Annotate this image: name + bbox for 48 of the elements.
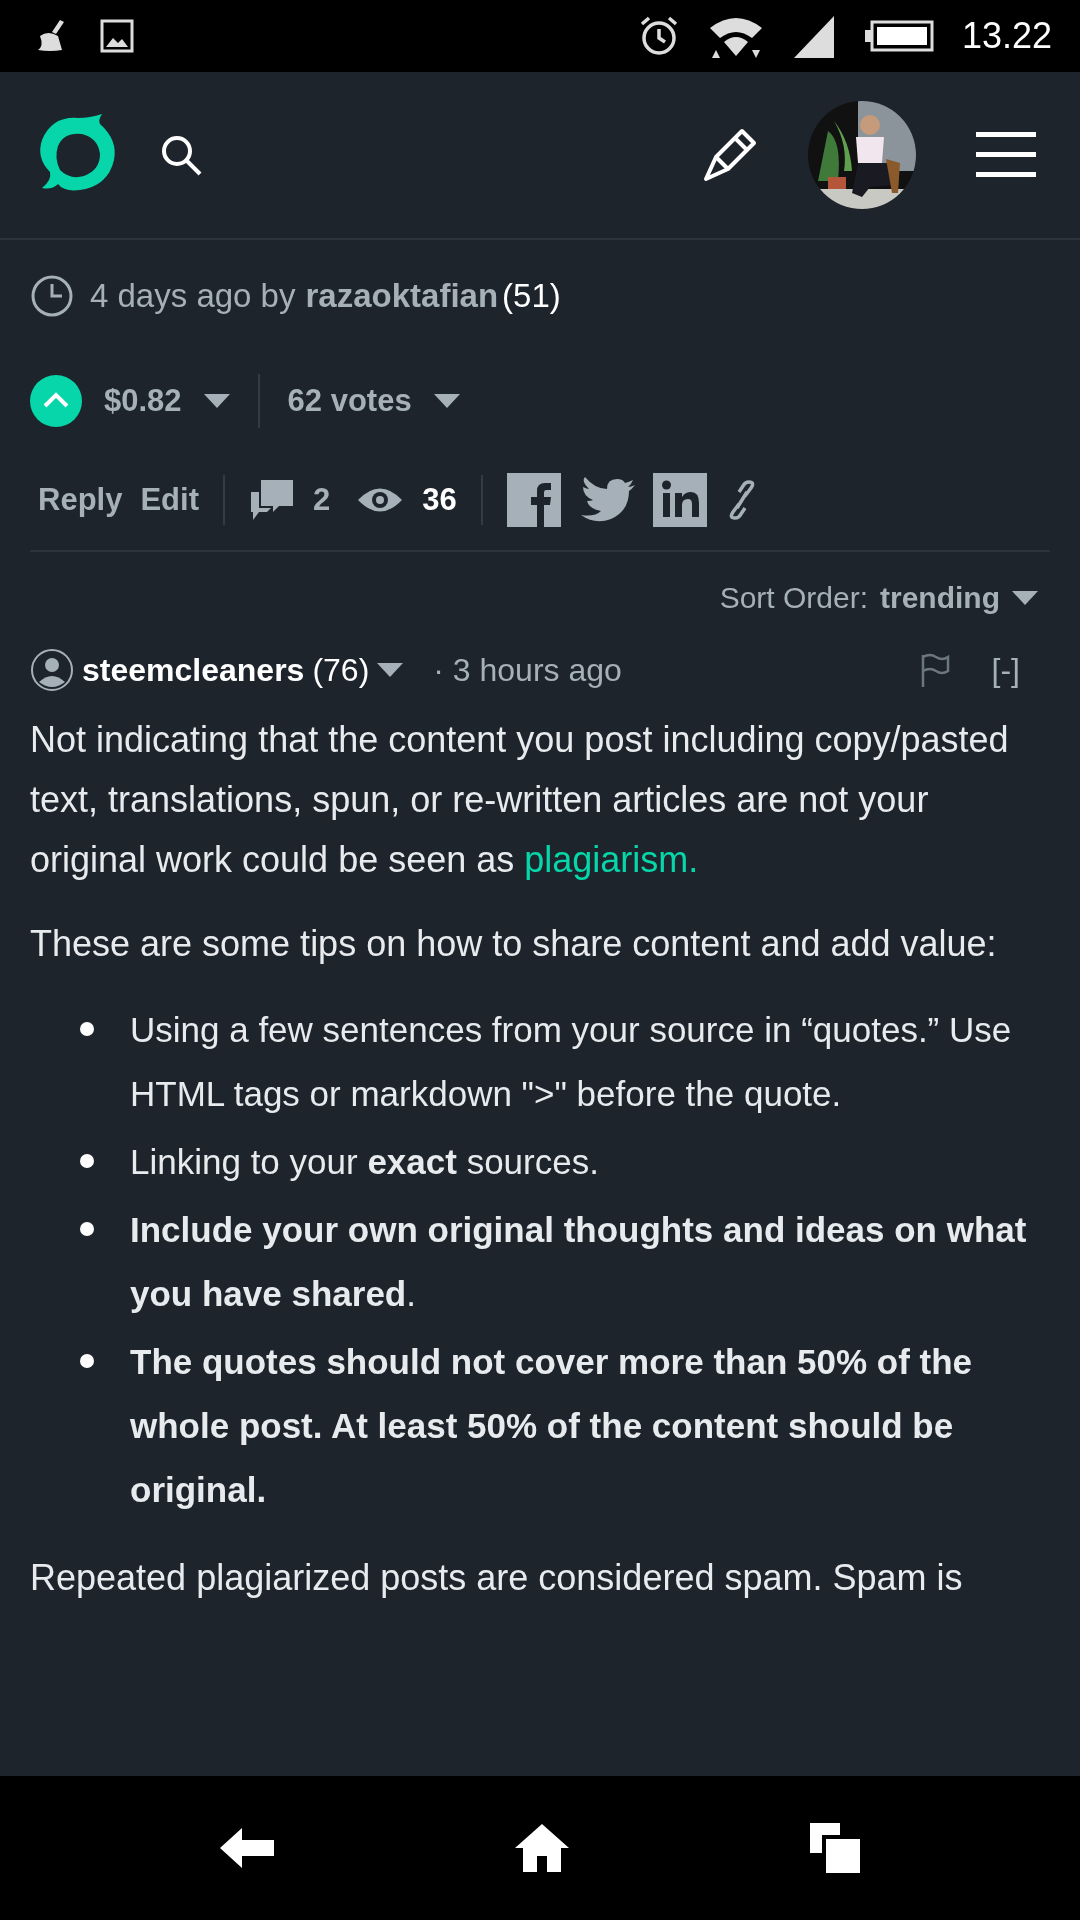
bullet-icon (80, 1354, 94, 1368)
reply-link[interactable]: Reply (38, 482, 123, 518)
edit-link[interactable]: Edit (140, 482, 199, 518)
sort-label: Sort Order: (719, 581, 868, 615)
comments-icon[interactable] (249, 478, 295, 522)
linkedin-icon[interactable] (652, 473, 707, 527)
home-icon[interactable] (515, 1824, 569, 1872)
payout[interactable]: $0.82 (104, 383, 182, 419)
bullet-icon (80, 1222, 94, 1236)
sort-dropdown[interactable]: trending (880, 581, 1000, 615)
plagiarism-link[interactable]: plagiarism. (524, 839, 699, 880)
caret-icon[interactable] (433, 394, 460, 408)
list-item-text: Include your own original thoughts and ideas on what you have shared. (130, 1209, 1028, 1315)
status-time: 13.22 (961, 15, 1052, 57)
comment-paragraph: Repeated plagiarized posts are considered spam. Spam is (30, 1556, 964, 1600)
pencil-icon[interactable] (702, 127, 758, 183)
image-icon (100, 19, 134, 53)
menu-icon[interactable] (976, 132, 1036, 178)
author-link[interactable]: razaoktafian (305, 277, 499, 315)
reputation: (76) (312, 651, 370, 689)
caret-icon[interactable] (1012, 591, 1038, 605)
bullet-icon (80, 1022, 94, 1036)
vote-count[interactable]: 62 votes (287, 383, 412, 419)
back-icon[interactable] (220, 1828, 275, 1868)
comment-paragraph: These are some tips on how to share content and add value: (30, 922, 998, 966)
reputation: (51) (502, 277, 561, 315)
recents-icon[interactable] (809, 1823, 860, 1873)
comment-count: 2 (313, 482, 331, 518)
collapse-toggle[interactable]: [-] (991, 651, 1020, 689)
list-item-text: The quotes should not cover more than 50% of the whole post. At least 50% of the content should be original. (130, 1341, 974, 1511)
caret-icon[interactable] (377, 663, 404, 677)
comment-author[interactable]: steemcleaners (82, 651, 305, 689)
bullet-icon (80, 1154, 94, 1168)
signal-icon (791, 14, 836, 58)
list-item-text: Using a few sentences from your source in “quotes.” Use HTML tags or markdown ">" before the quote. (130, 1009, 1013, 1115)
facebook-icon[interactable] (506, 473, 561, 527)
clock-icon (30, 274, 74, 318)
flag-icon[interactable] (919, 653, 950, 687)
comment-time: · 3 hours ago (433, 651, 622, 689)
comment-paragraph: Not indicating that the content you post including copy/pasted text, translations, spun, or re-written articles are not your original work could be seen as plagiarism. (30, 718, 1010, 882)
search-icon[interactable] (160, 134, 202, 176)
battery-icon (863, 20, 934, 52)
upvote-button[interactable] (30, 375, 82, 427)
caret-icon[interactable] (203, 394, 230, 408)
user-icon (30, 648, 74, 692)
post-time: 4 days ago by (90, 277, 296, 315)
view-count: 36 (422, 482, 457, 518)
list-item-text: Linking to your exact sources. (130, 1141, 600, 1183)
